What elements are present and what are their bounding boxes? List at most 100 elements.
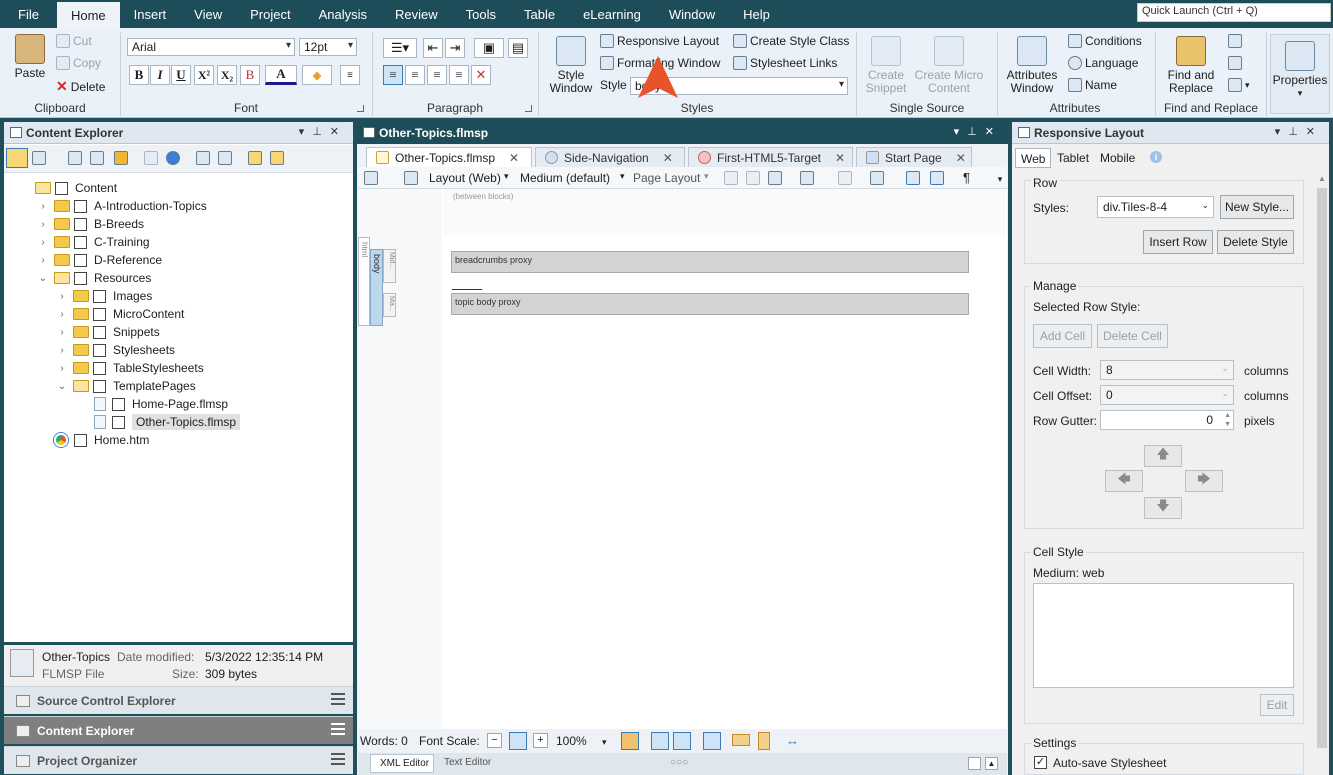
underline-button[interactable]: U (171, 65, 191, 85)
tree-checkbox[interactable] (93, 289, 106, 303)
expand-chevron-icon[interactable]: › (37, 237, 49, 248)
font-size-select[interactable]: 12pt (299, 38, 357, 56)
menu-window[interactable]: Window (655, 0, 729, 28)
font-scale-reset-button[interactable] (509, 732, 527, 750)
pilcrow-icon[interactable]: ¶ (963, 170, 970, 185)
autosave-checkbox[interactable]: ✓ (1034, 756, 1047, 769)
tree-checkbox[interactable] (74, 253, 87, 267)
insert-icon[interactable] (724, 171, 738, 185)
show-tags-button[interactable] (621, 732, 639, 750)
close-icon[interactable]: ✕ (663, 151, 673, 165)
search-file-icon[interactable] (218, 151, 232, 165)
move-up-button[interactable]: 🡅 (1144, 445, 1182, 467)
expand-chevron-icon[interactable]: › (37, 255, 49, 266)
move-left-button[interactable]: 🡄 (1105, 470, 1143, 492)
tab-first-html5-target[interactable]: First-HTML5-Target ✕ (688, 147, 853, 167)
tree-item[interactable]: › A-Introduction-Topics (37, 197, 206, 215)
find-elements-button[interactable] (1228, 56, 1242, 70)
spinner-arrows-icon[interactable]: ▲ ▼ (1224, 411, 1231, 429)
superscript-button[interactable]: X² (194, 65, 214, 85)
page-layout-select[interactable]: Page Layout (633, 171, 700, 185)
menu-help[interactable]: Help (729, 0, 784, 28)
topic-body-proxy[interactable]: topic body proxy (451, 293, 969, 315)
tree-checkbox[interactable] (112, 397, 125, 411)
name-button[interactable]: Name (1068, 78, 1117, 92)
tree-item[interactable]: › MicroContent (56, 305, 184, 323)
tree-item[interactable]: Content (18, 179, 117, 197)
scroll-thumb[interactable] (1317, 188, 1327, 748)
expand-chevron-icon[interactable]: › (56, 345, 68, 356)
tree-checkbox[interactable] (93, 361, 106, 375)
tab-other-topics[interactable]: Other-Topics.flmsp ✕ (366, 147, 532, 167)
properties-button[interactable]: Properties ▾ (1270, 34, 1330, 114)
highlight-button[interactable]: ◈ (302, 65, 332, 85)
language-button[interactable]: Language (1068, 56, 1138, 70)
indent-button[interactable]: ⇥ (445, 38, 465, 58)
tab-side-navigation[interactable]: Side-Navigation ✕ (535, 147, 685, 167)
tree-item[interactable]: Home.htm (37, 431, 149, 449)
duplicate-icon[interactable] (90, 151, 104, 165)
tree-item[interactable]: ⌄ TemplatePages (56, 377, 196, 395)
close-icon[interactable]: ✕ (835, 151, 845, 165)
font-more-button[interactable]: ≡ (340, 65, 360, 85)
align-right-button[interactable]: ≡ (427, 65, 447, 85)
close-icon[interactable]: ✕ (956, 151, 966, 165)
main-block-tag[interactable]: Ma... (383, 293, 396, 317)
tab-text-editor[interactable]: Text Editor (438, 754, 502, 773)
move-down-button[interactable]: 🡇 (1144, 497, 1182, 519)
menu-table[interactable]: Table (510, 0, 569, 28)
paragraph-style-button[interactable]: ▣ (474, 38, 504, 58)
medium-select[interactable]: Medium (default) (520, 171, 610, 185)
tree-item[interactable]: › B-Breeds (37, 215, 144, 233)
toolbar-overflow-icon[interactable]: ▾ (994, 168, 1006, 188)
menu-elearning[interactable]: eLearning (569, 0, 655, 28)
style-window-button[interactable]: Style Window (548, 36, 594, 95)
row-style-select[interactable]: div.Tiles-8-4 ⌄ (1097, 196, 1214, 218)
preview-icon[interactable] (364, 171, 378, 185)
font-launcher-icon[interactable] (357, 105, 364, 112)
vertical-ruler-icon[interactable] (758, 732, 770, 750)
expand-chevron-icon[interactable]: › (56, 327, 68, 338)
menu-review[interactable]: Review (381, 0, 452, 28)
show-spans-button[interactable] (673, 732, 691, 750)
find-replace-button[interactable]: Find and Replace (1160, 36, 1222, 95)
tree-item[interactable]: Other-Topics.flmsp (75, 413, 241, 431)
breadcrumbs-proxy[interactable]: breadcrumbs proxy (451, 251, 969, 273)
tree-checkbox[interactable] (74, 217, 87, 231)
tab-mobile[interactable]: Mobile (1100, 151, 1135, 165)
find-options-button[interactable]: ▾ (1228, 78, 1250, 92)
dock-tab-project-organizer[interactable]: Project Organizer (4, 746, 353, 774)
menu-view[interactable]: View (180, 0, 236, 28)
tree-item[interactable]: › Stylesheets (56, 341, 175, 359)
tree-checkbox[interactable] (55, 181, 68, 195)
splitter-grip-icon[interactable]: ○○○ (670, 757, 688, 768)
new-folder-icon[interactable] (248, 151, 262, 165)
insert-row-button[interactable]: Insert Row (1143, 230, 1213, 254)
tab-start-page[interactable]: Start Page ✕ (856, 147, 972, 167)
quick-launch-input[interactable]: Quick Launch (Ctrl + Q) (1137, 3, 1331, 22)
menu-icon[interactable] (331, 723, 345, 735)
edit-button[interactable]: Edit (1260, 694, 1294, 716)
menu-home[interactable]: Home (56, 0, 120, 28)
copy-frame-icon[interactable] (746, 171, 760, 185)
responsive-layout-button[interactable]: Responsive Layout (600, 34, 719, 48)
align-left-button[interactable]: ≡ (383, 65, 403, 85)
panel-controls[interactable]: ▾⊥✕ (954, 125, 1002, 138)
cell-offset-select[interactable]: 0 ⌄ (1100, 385, 1234, 405)
create-micro-content-button[interactable]: Create Micro Content (912, 36, 986, 95)
add-cell-button[interactable]: Add Cell (1033, 324, 1092, 348)
ruler-icon[interactable] (732, 734, 750, 746)
refresh-icon[interactable] (166, 151, 180, 165)
delete-style-button[interactable]: Delete Style (1217, 230, 1294, 254)
tree-checkbox[interactable] (93, 379, 106, 393)
expand-chevron-icon[interactable]: ⌄ (37, 273, 49, 284)
move-right-button[interactable]: 🡆 (1185, 470, 1223, 492)
info-icon[interactable]: i (1150, 151, 1162, 163)
expand-chevron-icon[interactable]: › (56, 309, 68, 320)
fit-width-icon[interactable]: ↔ (786, 733, 804, 751)
tree-checkbox[interactable] (74, 235, 87, 249)
dock-tab-source-control[interactable]: Source Control Explorer (4, 686, 353, 714)
show-blocks-button[interactable] (651, 732, 669, 750)
bold-button[interactable]: B (129, 65, 149, 85)
tree-item[interactable]: › Images (56, 287, 152, 305)
